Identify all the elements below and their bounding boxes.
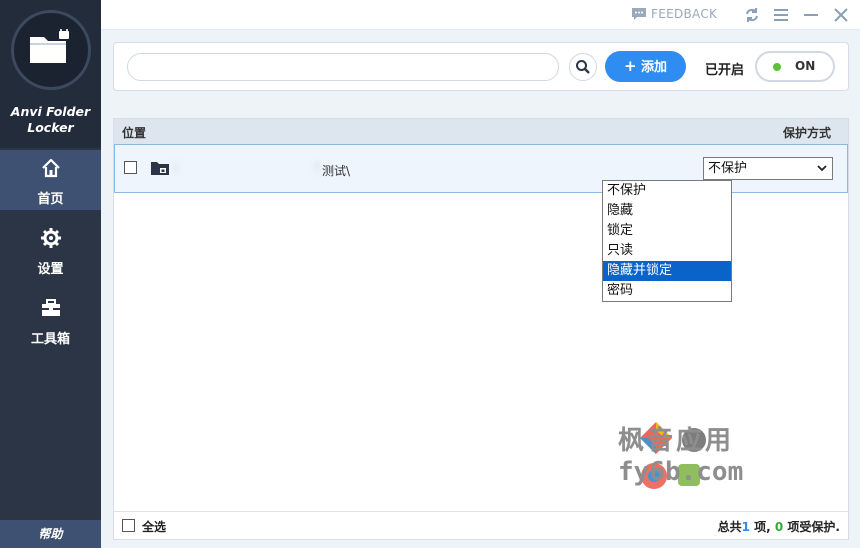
protection-toggle[interactable]: ON (755, 51, 835, 82)
watermark-url: fy6b.com (618, 457, 744, 487)
feedback-icon[interactable] (631, 7, 647, 21)
dropdown-option-hide-and-lock[interactable]: 隐藏并锁定 (603, 261, 731, 281)
protection-status-label: 已开启 (705, 63, 745, 78)
sidebar-item-label: 首页 (37, 192, 64, 207)
select-all-label: 全选 (142, 520, 167, 534)
dropdown-option-password[interactable]: 密码 (603, 281, 731, 301)
app-title: Anvi Folder Locker (10, 104, 91, 135)
table-row[interactable]: 测试\ 不保护 (114, 144, 848, 193)
sidebar-item-label: 工具箱 (30, 332, 70, 347)
list-footer: 全选 总共1 项, 0 项受保护. (114, 511, 848, 539)
protection-dropdown: 不保护 隐藏 锁定 只读 隐藏并锁定 密码 (602, 180, 732, 302)
folder-path: 测试\ (322, 164, 351, 178)
status-dot-icon (773, 63, 781, 71)
select-all-checkbox[interactable] (122, 519, 135, 532)
feedback-link[interactable]: FEEDBACK (651, 7, 717, 21)
titlebar: FEEDBACK (101, 0, 860, 30)
help-button[interactable]: 帮助 (0, 520, 101, 548)
protection-summary: 总共1 项, 0 项受保护. (717, 520, 840, 534)
column-header-location: 位置 (122, 126, 147, 140)
protected-count: 0 (774, 520, 784, 534)
total-count: 1 (741, 520, 750, 534)
folder-lock-icon (151, 162, 169, 175)
redacted-path (173, 160, 179, 174)
sidebar: Anvi Folder Locker 首页 设置 工具箱 帮助 (0, 0, 101, 548)
menu-icon[interactable] (772, 6, 790, 24)
sidebar-item-home[interactable]: 首页 (0, 150, 101, 210)
toolbox-icon (42, 299, 60, 316)
dropdown-option-hide[interactable]: 隐藏 (603, 201, 731, 221)
toggle-label: ON (795, 59, 816, 73)
minimize-icon[interactable] (802, 6, 820, 24)
app-logo (11, 10, 91, 90)
search-button[interactable] (569, 53, 597, 81)
sidebar-item-label: 设置 (37, 262, 64, 277)
main-content: + 添加 已开启 ON 位置 保护方式 测试\ 不保护 全选 总共1 项, 0 … (101, 30, 860, 548)
row-checkbox[interactable] (124, 161, 137, 174)
close-icon[interactable] (832, 6, 850, 24)
refresh-icon[interactable] (743, 6, 761, 24)
add-button-label: 添加 (641, 60, 668, 75)
chevron-down-icon (817, 165, 827, 172)
search-input[interactable] (127, 53, 559, 81)
sidebar-item-toolbox[interactable]: 工具箱 (0, 290, 101, 350)
dropdown-option-readonly[interactable]: 只读 (603, 241, 731, 261)
plus-icon: + (623, 57, 637, 75)
search-icon (576, 60, 590, 74)
protection-select[interactable]: 不保护 (703, 157, 833, 180)
dropdown-option-none[interactable]: 不保护 (603, 181, 731, 201)
redacted-path (313, 160, 321, 174)
watermark-text: 枫音应用 (618, 426, 735, 456)
add-button[interactable]: + 添加 (605, 51, 686, 82)
home-icon (42, 158, 60, 178)
protection-select-value: 不保护 (708, 161, 748, 176)
folder-lock-icon (30, 29, 69, 63)
column-header-protection: 保护方式 (782, 126, 831, 140)
list-header: 位置 保护方式 (114, 119, 848, 144)
toolbar: + 添加 已开启 ON (113, 42, 849, 91)
app-logo-area: Anvi Folder Locker (0, 0, 101, 148)
sidebar-item-settings[interactable]: 设置 (0, 220, 101, 280)
dropdown-option-lock[interactable]: 锁定 (603, 221, 731, 241)
gear-icon (41, 228, 61, 248)
